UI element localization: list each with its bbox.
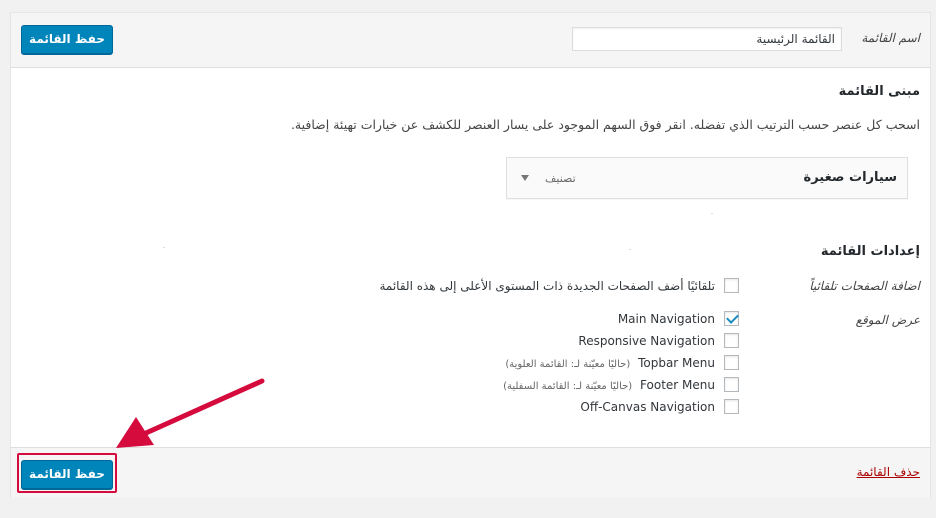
- menu-footer: [11, 447, 930, 498]
- location-main-navigation: Main Navigation: [618, 312, 715, 326]
- menu-item-title: سيارات صغيرة: [803, 170, 897, 185]
- location-footer-menu: Footer Menu (حاليًا معيّنة لـ: القائمة ا…: [503, 378, 715, 392]
- location-name: Topbar Menu: [638, 356, 715, 370]
- menu-header: حفظ القائمة القائمة الرئيسية اسم القائمة: [11, 13, 930, 68]
- menu-structure-title: مبنى القائمة: [838, 84, 920, 99]
- delete-menu-link[interactable]: حذف القائمة: [857, 465, 920, 479]
- location-checkbox-main-navigation[interactable]: [724, 311, 739, 326]
- location-checkbox-topbar-menu[interactable]: [724, 355, 739, 370]
- menu-item-expand-icon[interactable]: [521, 175, 529, 181]
- location-responsive-navigation: Responsive Navigation: [578, 334, 715, 348]
- location-name: Footer Menu: [640, 378, 715, 392]
- location-off-canvas-navigation: Off-Canvas Navigation: [580, 400, 715, 414]
- location-checkbox-off-canvas-navigation[interactable]: [724, 399, 739, 414]
- location-name: Main Navigation: [617, 312, 715, 326]
- save-menu-button-bottom[interactable]: حفظ القائمة: [21, 460, 113, 489]
- location-topbar-menu: Topbar Menu (حاليًا معيّنة لـ: القائمة ا…: [505, 356, 715, 370]
- location-note: (حاليًا معيّنة لـ: القائمة السفلية): [503, 381, 633, 392]
- menu-name-label: اسم القائمة: [861, 31, 920, 45]
- location-name: Responsive Navigation: [578, 334, 715, 348]
- location-name: Off-Canvas Navigation: [580, 400, 715, 414]
- auto-add-pages-label: اضافة الصفحات تلقائياً: [809, 279, 920, 293]
- location-note: (حاليًا معيّنة لـ: القائمة العلوية): [505, 359, 631, 370]
- auto-add-pages-checkbox[interactable]: [724, 278, 739, 293]
- menu-structure-instructions: اسحب كل عنصر حسب الترتيب الذي تفضله. انق…: [290, 117, 920, 132]
- menu-name-input[interactable]: القائمة الرئيسية: [572, 27, 842, 51]
- menu-editor: حفظ القائمة القائمة الرئيسية اسم القائمة…: [10, 12, 931, 498]
- menu-settings-title: إعدادات القائمة: [820, 244, 920, 259]
- menu-item[interactable]: سيارات صغيرة تصنيف: [506, 157, 908, 199]
- auto-add-pages-text: تلقائيًا أضف الصفحات الجديدة ذات المستوى…: [379, 279, 715, 293]
- location-checkbox-responsive-navigation[interactable]: [724, 333, 739, 348]
- menu-item-type: تصنيف: [545, 172, 576, 185]
- display-location-label: عرض الموقع: [855, 313, 920, 327]
- save-menu-button-top[interactable]: حفظ القائمة: [21, 25, 113, 54]
- location-checkbox-footer-menu[interactable]: [724, 377, 739, 392]
- checkmark-icon: [726, 311, 739, 324]
